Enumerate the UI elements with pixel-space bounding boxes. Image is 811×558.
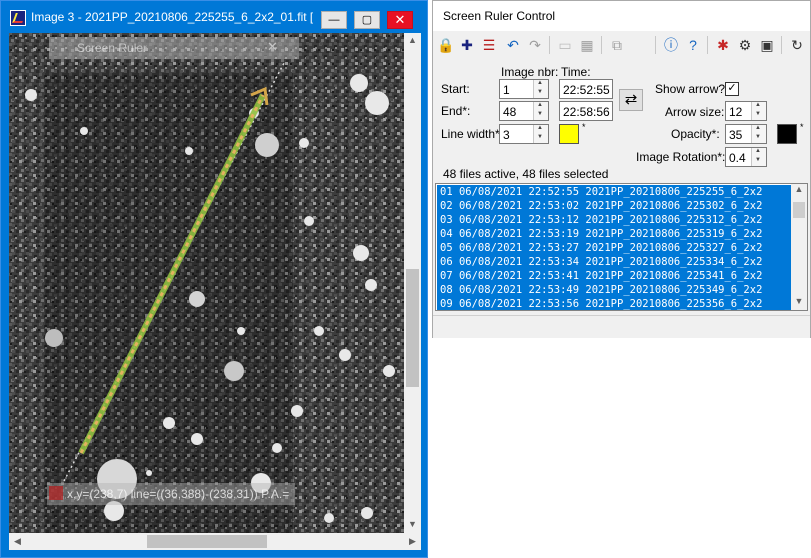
list-item[interactable]: 06 06/08/2021 22:53:34 2021PP_20210806_2… [437,255,792,269]
control-window-title: Screen Ruler Control [443,9,556,23]
scroll-up-icon[interactable]: ▲ [791,184,807,194]
spinner-arrows-icon[interactable] [533,80,548,98]
toolbar: 🔒 ✚ ☰ ↶ ↷ ▭ ▦ ⧉ ⓘ ? ✱ ⚙ ▣ ↻ [433,31,810,59]
image-nbr-header: Image nbr: [501,65,559,79]
image-canvas[interactable]: Screen Ruler ✕ x,y=(238,7) line=((36,388… [9,33,404,533]
start-image-nbr-value: 1 [503,83,510,97]
shuffle-button[interactable]: ⇄ [619,89,643,111]
image-vertical-scrollbar[interactable]: ▲ ▼ [404,33,421,533]
copy-icon[interactable]: ⧉ [609,37,625,53]
list-item[interactable]: 07 06/08/2021 22:53:41 2021PP_20210806_2… [437,269,792,283]
image-icon[interactable]: ▭ [557,37,573,53]
ruler-overlay-close-icon: ✕ [267,39,278,54]
file-list-scrollbar[interactable]: ▲ ▼ [791,184,807,310]
files-status: 48 files active, 48 files selected [443,167,609,181]
arrow-color-swatch[interactable] [777,124,797,144]
readout-text: x,y=(238,7) line=((36,388)-(238,31)) P.A… [67,487,290,501]
ruler-overlay-label: Screen Ruler [77,41,148,55]
line-width-value: 3 [503,128,510,142]
arrow-size-spinner[interactable]: 12 [725,101,767,121]
app-icon [10,10,26,26]
start-image-nbr-spinner[interactable]: 1 [499,79,549,99]
end-time-field[interactable]: 22:58:56 [559,101,613,121]
gear-icon[interactable]: ⚙ [737,37,753,53]
start-label: Start: [441,82,470,96]
window-icon[interactable]: ▣ [759,37,775,53]
list-item[interactable]: 09 06/08/2021 22:53:56 2021PP_20210806_2… [437,297,792,310]
bug-icon[interactable]: ✱ [715,37,731,53]
file-list[interactable]: 01 06/08/2021 22:52:55 2021PP_20210806_2… [435,183,808,311]
uk-flag-icon[interactable]: ✚ [459,37,475,53]
end-image-nbr-value: 48 [503,105,517,119]
list-item[interactable]: 02 06/08/2021 22:53:02 2021PP_20210806_2… [437,199,792,213]
image-window-titlebar[interactable]: Image 3 - 2021PP_20210806_225255_6_2x2_0… [1,1,427,33]
line-color-swatch[interactable] [559,124,579,144]
close-button[interactable]: ✕ [387,11,413,29]
horizontal-scroll-thumb[interactable] [147,535,267,548]
star-field-image [9,33,404,533]
image-rotation-value: 0.4 [729,151,746,165]
scroll-right-icon[interactable]: ▶ [404,536,421,547]
image-horizontal-scrollbar[interactable]: ◀ ▶ [9,533,421,550]
file-list-scroll-thumb[interactable] [793,202,805,218]
refresh-icon[interactable]: ↻ [789,37,805,53]
line-width-label: Line width*: [441,127,504,141]
stack-icon[interactable]: ▦ [579,37,595,53]
spinner-arrows-icon[interactable] [533,125,548,143]
time-header: Time: [561,65,591,79]
opacity-value: 35 [729,128,743,142]
scroll-left-icon[interactable]: ◀ [9,536,26,547]
arrow-size-value: 12 [729,105,743,119]
start-time-field[interactable]: 22:52:55 [559,79,613,99]
shuffle-icon: ⇄ [624,91,638,108]
list-item[interactable]: 03 06/08/2021 22:53:12 2021PP_20210806_2… [437,213,792,227]
spinner-arrows-icon[interactable] [751,148,766,166]
end-image-nbr-spinner[interactable]: 48 [499,101,549,121]
opacity-spinner[interactable]: 35 [725,124,767,144]
vertical-scroll-thumb[interactable] [406,269,419,387]
clear-list-icon[interactable]: ☰ [481,37,497,53]
spinner-arrows-icon[interactable] [751,102,766,120]
opacity-label: Opacity*: [671,127,720,141]
arrow-color-star: * [800,122,804,132]
show-arrow-checkbox[interactable]: ✓ [725,82,739,96]
screen-ruler-control-window: Screen Ruler Control 🔒 ✚ ☰ ↶ ↷ ▭ ▦ ⧉ ⓘ ?… [432,0,811,338]
list-item[interactable]: 05 06/08/2021 22:53:27 2021PP_20210806_2… [437,241,792,255]
list-item[interactable]: 01 06/08/2021 22:52:55 2021PP_20210806_2… [437,185,792,199]
ruler-overlay-title: Screen Ruler ✕ [49,37,299,59]
line-color-star: * [582,122,586,132]
minimize-button[interactable]: — [321,11,347,29]
lock-icon[interactable]: 🔒 [437,37,454,53]
image-rotation-label: Image Rotation*: [636,150,726,164]
image-window: Image 3 - 2021PP_20210806_225255_6_2x2_0… [0,0,428,558]
help-icon[interactable]: ? [685,37,701,53]
image-rotation-spinner[interactable]: 0.4 [725,147,767,167]
spinner-arrows-icon[interactable] [751,125,766,143]
scroll-down-icon[interactable]: ▼ [404,519,421,529]
spinner-arrows-icon[interactable] [533,102,548,120]
undo-icon[interactable]: ↶ [505,37,521,53]
list-item[interactable]: 08 06/08/2021 22:53:49 2021PP_20210806_2… [437,283,792,297]
readout-icon [49,486,63,500]
settings-panel: Image nbr: Time: Start: 1 22:52:55 End*:… [433,59,810,338]
ruler-readout: x,y=(238,7) line=((36,388)-(238,31)) P.A… [47,483,295,505]
end-label: End*: [441,104,471,118]
image-window-title: Image 3 - 2021PP_20210806_225255_6_2x2_0… [31,10,313,24]
arrow-size-label: Arrow size: [665,105,725,119]
info-icon[interactable]: ⓘ [663,37,679,53]
scroll-down-icon[interactable]: ▼ [791,296,807,306]
scroll-up-icon[interactable]: ▲ [404,35,421,45]
redo-icon[interactable]: ↷ [527,37,543,53]
list-item[interactable]: 04 06/08/2021 22:53:19 2021PP_20210806_2… [437,227,792,241]
show-arrow-label: Show arrow? [655,82,726,96]
maximize-button[interactable]: ▢ [354,11,380,29]
status-bar [433,315,810,338]
line-width-spinner[interactable]: 3 [499,124,549,144]
